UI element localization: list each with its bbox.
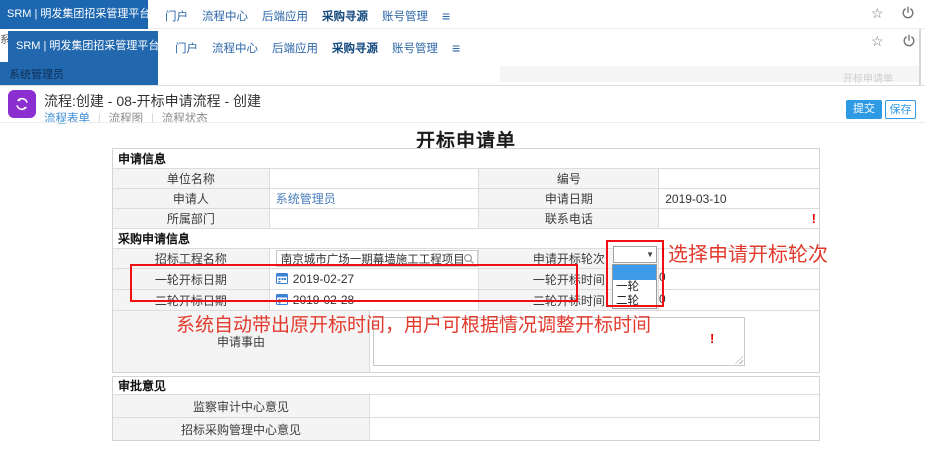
calendar-icon[interactable] [276, 272, 288, 287]
round-dropdown-list: 一轮 二轮 [612, 264, 657, 309]
unit-name-value[interactable] [270, 169, 480, 188]
project-name-cell: 南京城市广场一期幕墙施工工程项目 [270, 249, 480, 268]
favorite-star-icon[interactable]: ☆ [871, 33, 884, 50]
back-window-topbar: SRM | 明发集团招采管理平台 门户 流程中心 后端应用 采购寻源 账号管理 … [0, 0, 925, 29]
faded-background-text: 开标申请单 [843, 70, 893, 85]
dialog-title: 流程:创建 - 08-开标申请流程 - 创建 [44, 91, 261, 111]
section-approval: 审批意见 [113, 377, 819, 395]
tab-process-form[interactable]: 流程表单 [44, 110, 90, 126]
number-value[interactable] [659, 169, 819, 188]
round2-date-cell[interactable]: 2019-02-28 [270, 290, 480, 310]
table-row: 监察审计中心意见 [113, 395, 819, 418]
hamburger-menu-icon[interactable]: ≡ [442, 10, 450, 22]
table-row: 招标采购管理中心意见 [113, 418, 819, 440]
round2-time-cell[interactable] [659, 290, 819, 310]
round-select[interactable]: ▼ [613, 246, 657, 263]
chevron-down-icon: ▼ [646, 250, 654, 259]
round1-time-cell[interactable] [659, 269, 819, 289]
nav-procurement-sourcing[interactable]: 采购寻源 [322, 8, 368, 24]
approval-table: 审批意见 监察审计中心意见 招标采购管理中心意见 [112, 376, 820, 441]
round1-date-cell[interactable]: 2019-02-27 [270, 269, 480, 289]
nav-backend-apps[interactable]: 后端应用 [262, 8, 308, 24]
dialog-tabs: 流程表单 | 流程图 | 流程状态 [44, 110, 208, 126]
table-row: 二轮开标日期 2019-02-28 二轮开标时间 [113, 290, 819, 311]
hamburger-menu-icon[interactable]: ≡ [452, 42, 460, 54]
app-brand-back: SRM | 明发集团招采管理平台 [0, 0, 148, 29]
required-mark: ! [710, 331, 714, 346]
app-brand-front: SRM | 明发集团招采管理平台 [8, 31, 158, 62]
top-nav-front: 门户 流程中心 后端应用 采购寻源 账号管理 ≡ [175, 40, 460, 56]
nav-portal[interactable]: 门户 [165, 8, 188, 24]
nav-portal[interactable]: 门户 [175, 40, 198, 56]
apply-date-label: 申请日期 [479, 189, 659, 208]
screen: SRM | 明发集团招采管理平台 门户 流程中心 后端应用 采购寻源 账号管理 … [0, 0, 925, 463]
table-row: 单位名称 编号 [113, 169, 819, 189]
submit-button[interactable]: 提交 [846, 100, 882, 119]
nav-process-center[interactable]: 流程中心 [202, 8, 248, 24]
table-row: 所属部门 联系电话 ! [113, 209, 819, 229]
current-user-label: 系统管理员 [9, 66, 64, 82]
nav-account-management[interactable]: 账号管理 [392, 40, 438, 56]
tab-process-status[interactable]: 流程状态 [162, 110, 208, 126]
phone-value[interactable]: ! [659, 209, 819, 228]
logout-power-icon[interactable] [902, 34, 916, 53]
resize-handle[interactable] [735, 356, 743, 364]
apply-date-value: 2019-03-10 [659, 189, 819, 208]
round2-time-visible-fragment: 0 [659, 292, 666, 306]
unit-name-label: 单位名称 [113, 169, 270, 188]
section-apply-info: 申请信息 [113, 149, 819, 169]
process-dialog: 流程:创建 - 08-开标申请流程 - 创建 流程表单 | 流程图 | 流程状态… [0, 85, 925, 463]
audit-center-value [370, 395, 819, 417]
tab-process-diagram[interactable]: 流程图 [109, 110, 144, 126]
favorite-star-icon[interactable]: ☆ [871, 5, 884, 22]
dropdown-option-blank[interactable] [613, 265, 656, 280]
annotation-select-round: 选择申请开标轮次 [668, 238, 828, 267]
dropdown-option-round1[interactable]: 一轮 [613, 280, 656, 294]
bid-mgmt-center-value [370, 418, 819, 440]
top-nav-back: 门户 流程中心 后端应用 采购寻源 账号管理 ≡ [165, 8, 450, 24]
round1-date-value: 2019-02-27 [293, 272, 354, 286]
table-row: 一轮开标日期 2019-02-27 一轮开标时间 [113, 269, 819, 290]
required-mark: ! [661, 245, 665, 260]
project-name-label: 招标工程名称 [113, 249, 270, 268]
project-name-input[interactable]: 南京城市广场一期幕墙施工工程项目 [276, 250, 478, 267]
round2-date-label: 二轮开标日期 [113, 290, 270, 310]
calendar-icon[interactable] [276, 293, 288, 308]
nav-backend-apps[interactable]: 后端应用 [272, 40, 318, 56]
round1-date-label: 一轮开标日期 [113, 269, 270, 289]
required-mark: ! [812, 211, 816, 226]
search-icon[interactable] [463, 253, 475, 267]
department-value[interactable] [270, 209, 480, 228]
bid-mgmt-center-label: 招标采购管理中心意见 [113, 418, 370, 440]
round1-time-visible-fragment: 0 [659, 270, 666, 284]
round2-date-value: 2019-02-28 [293, 293, 354, 307]
logout-power-icon[interactable] [901, 6, 915, 25]
audit-center-label: 监察审计中心意见 [113, 395, 370, 417]
process-cycle-icon [8, 90, 36, 118]
nav-account-management[interactable]: 账号管理 [382, 8, 428, 24]
nav-procurement-sourcing[interactable]: 采购寻源 [332, 40, 378, 56]
applicant-value[interactable]: 系统管理员 [270, 189, 480, 208]
annotation-auto-time: 系统自动带出原开标时间，用户可根据情况调整开标时间 [176, 310, 651, 337]
applicant-label: 申请人 [113, 189, 270, 208]
dropdown-option-round2[interactable]: 二轮 [613, 294, 656, 308]
save-button[interactable]: 保存 [885, 100, 916, 119]
nav-process-center[interactable]: 流程中心 [212, 40, 258, 56]
scrollbar[interactable] [919, 29, 921, 85]
table-row: 申请人 系统管理员 申请日期 2019-03-10 [113, 189, 819, 209]
project-name-text: 南京城市广场一期幕墙施工工程项目 [281, 251, 465, 267]
number-label: 编号 [479, 169, 659, 188]
dialog-header-divider [0, 122, 925, 123]
phone-label: 联系电话 [479, 209, 659, 228]
department-label: 所属部门 [113, 209, 270, 228]
